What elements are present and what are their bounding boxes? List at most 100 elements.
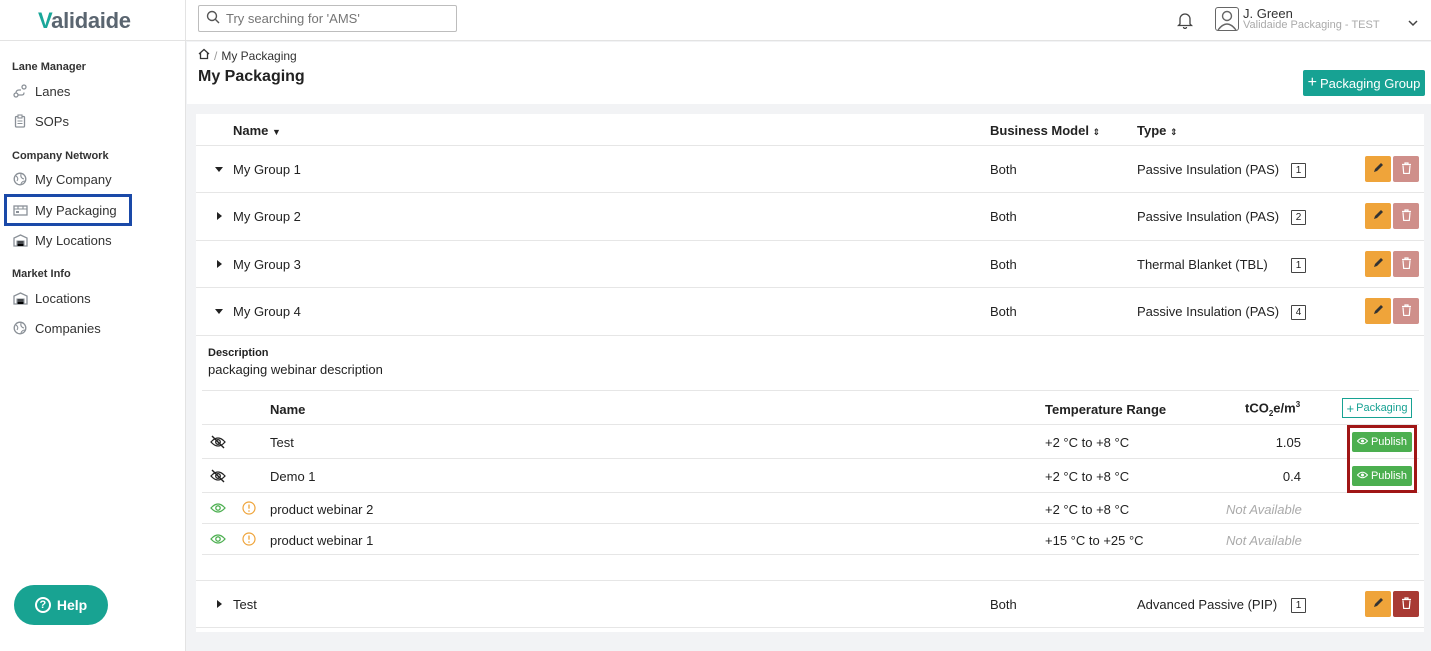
column-header-type[interactable]: Type ⇕ [1137, 123, 1178, 138]
page-title: My Packaging [198, 68, 305, 85]
table-row[interactable]: My Group 4 Both Passive Insulation (PAS)… [196, 288, 1424, 336]
sidebar: Validaide Lane Manager Lanes SOPs Compan… [0, 0, 186, 651]
delete-button[interactable] [1393, 156, 1419, 182]
caret-down-icon[interactable] [215, 309, 223, 314]
search-box[interactable] [198, 5, 457, 32]
packaging-name: Test [270, 435, 294, 450]
edit-button[interactable] [1365, 298, 1391, 324]
plus-icon: + [1346, 400, 1355, 416]
table-row[interactable]: Test Both Advanced Passive (PIP) 1 [196, 580, 1424, 628]
count-badge: 1 [1291, 163, 1306, 178]
home-icon[interactable] [198, 48, 210, 63]
sidebar-item-lanes[interactable]: Lanes [12, 77, 70, 105]
edit-button[interactable] [1365, 203, 1391, 229]
pencil-icon [1372, 162, 1384, 177]
sidebar-item-companies[interactable]: Companies [12, 314, 101, 342]
packaging-name: product webinar 1 [270, 533, 374, 548]
co2-value: 0.4 [1282, 469, 1301, 484]
eye-slash-icon[interactable] [210, 435, 226, 452]
co2-value: Not Available [1226, 533, 1302, 548]
column-header-name[interactable]: Name ▼ [233, 123, 281, 138]
packaging-row[interactable]: product webinar 1 +15 °C to +25 °C Not A… [202, 524, 1419, 555]
pencil-icon [1372, 304, 1384, 319]
bell-icon[interactable] [1176, 11, 1194, 32]
page-header [187, 42, 1431, 104]
help-button[interactable]: ? Help [14, 585, 108, 625]
app-logo[interactable]: Validaide [38, 8, 131, 34]
temperature-range: +15 °C to +25 °C [1045, 533, 1144, 548]
packaging-table: Name ▼ Business Model ⇕ Type ⇕ My Group … [196, 114, 1424, 632]
publish-button[interactable]: Publish [1352, 432, 1412, 452]
eye-icon [1356, 470, 1369, 482]
trash-icon [1401, 596, 1412, 612]
chevron-down-icon[interactable] [1408, 15, 1418, 30]
user-org: Validaide Packaging - TEST [1243, 19, 1380, 31]
count-badge: 1 [1291, 598, 1306, 613]
description-text: packaging webinar description [208, 362, 383, 377]
group-type: Advanced Passive (PIP) [1137, 597, 1278, 612]
eye-icon [1356, 436, 1369, 448]
pencil-icon [1372, 257, 1384, 272]
nav-section-company-network: Company Network [12, 150, 109, 162]
caret-right-icon[interactable] [217, 600, 222, 608]
group-name: My Group 2 [233, 209, 301, 224]
breadcrumb: / My Packaging [198, 48, 297, 63]
group-name: My Group 1 [233, 162, 301, 177]
caret-right-icon[interactable] [217, 212, 222, 220]
caret-down-icon[interactable] [215, 167, 223, 172]
sidebar-item-my-company[interactable]: My Company [12, 165, 112, 193]
delete-button[interactable] [1393, 591, 1419, 617]
edit-button[interactable] [1365, 591, 1391, 617]
warning-icon[interactable] [242, 532, 256, 549]
eye-icon[interactable] [210, 533, 226, 548]
warning-icon[interactable] [242, 501, 256, 518]
caret-right-icon[interactable] [217, 260, 222, 268]
business-model: Both [990, 257, 1017, 272]
sidebar-item-locations[interactable]: Locations [12, 284, 91, 312]
sidebar-item-my-locations[interactable]: My Locations [12, 226, 112, 254]
business-model: Both [990, 597, 1017, 612]
trash-icon [1401, 256, 1412, 272]
sub-table-header: Name Temperature Range tCO2e/m3 [202, 391, 1419, 425]
table-row[interactable]: My Group 1 Both Passive Insulation (PAS)… [196, 146, 1424, 193]
globe-icon [12, 171, 28, 187]
packaging-row[interactable]: product webinar 2 +2 °C to +8 °C Not Ava… [202, 493, 1419, 524]
count-badge: 2 [1291, 210, 1306, 225]
publish-button[interactable]: Publish [1352, 466, 1412, 486]
trash-icon [1401, 161, 1412, 177]
delete-button[interactable] [1393, 203, 1419, 229]
eye-slash-icon[interactable] [210, 469, 226, 486]
business-model: Both [990, 304, 1017, 319]
temperature-range: +2 °C to +8 °C [1045, 469, 1130, 484]
sub-column-header-co2: tCO2e/m3 [1245, 400, 1301, 418]
table-row[interactable]: My Group 3 Both Thermal Blanket (TBL) 1 [196, 241, 1424, 288]
packaging-row[interactable]: Test +2 °C to +8 °C 1.05 [202, 425, 1419, 459]
delete-button[interactable] [1393, 298, 1419, 324]
sidebar-item-my-packaging[interactable]: My Packaging [4, 194, 132, 226]
group-type: Thermal Blanket (TBL) [1137, 257, 1268, 272]
avatar[interactable] [1215, 7, 1239, 31]
top-bar: J. Green Validaide Packaging - TEST [186, 0, 1431, 41]
lanes-icon [12, 83, 28, 99]
packaging-name: Demo 1 [270, 469, 316, 484]
delete-button[interactable] [1393, 251, 1419, 277]
count-badge: 1 [1291, 258, 1306, 273]
column-header-business-model[interactable]: Business Model ⇕ [990, 123, 1100, 138]
add-packaging-button[interactable]: + Packaging [1342, 398, 1412, 418]
edit-button[interactable] [1365, 156, 1391, 182]
breadcrumb-current: My Packaging [221, 48, 297, 63]
group-name: Test [233, 597, 257, 612]
question-icon: ? [34, 597, 51, 613]
business-model: Both [990, 162, 1017, 177]
add-packaging-group-button[interactable]: + Packaging Group [1303, 70, 1425, 96]
table-row[interactable]: My Group 2 Both Passive Insulation (PAS)… [196, 193, 1424, 241]
sidebar-item-sops[interactable]: SOPs [12, 107, 69, 135]
sort-down-icon: ▼ [272, 127, 281, 137]
edit-button[interactable] [1365, 251, 1391, 277]
packaging-row[interactable]: Demo 1 +2 °C to +8 °C 0.4 [202, 459, 1419, 493]
group-type: Passive Insulation (PAS) [1137, 162, 1280, 177]
eye-icon[interactable] [210, 502, 226, 517]
search-input[interactable] [226, 11, 446, 26]
temperature-range: +2 °C to +8 °C [1045, 502, 1130, 517]
building-icon [12, 290, 28, 306]
